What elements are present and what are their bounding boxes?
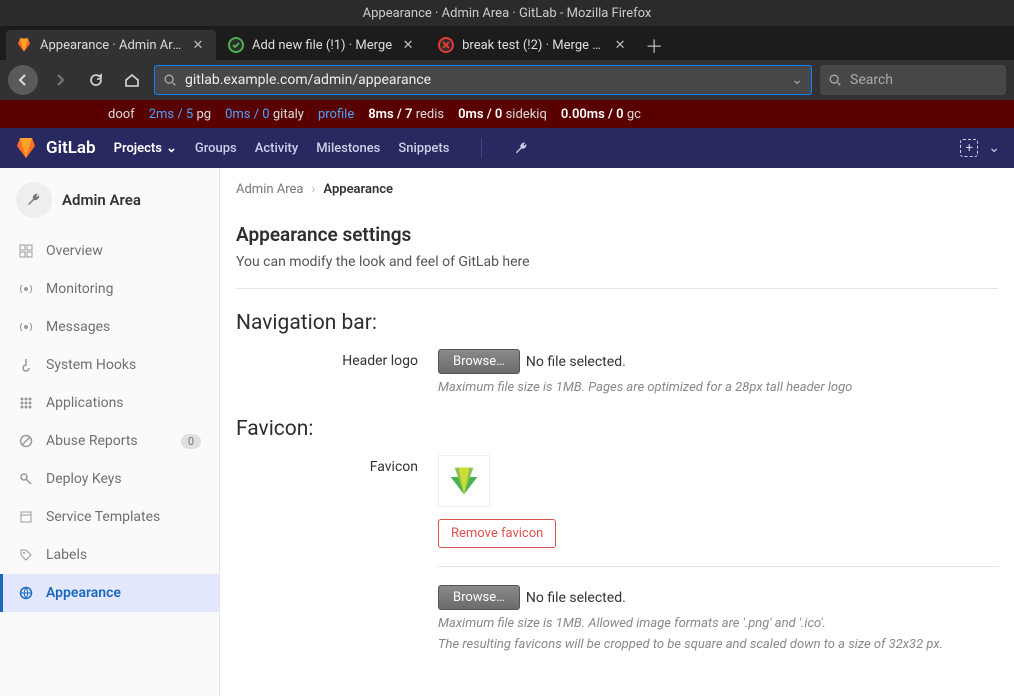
brand-text: GitLab bbox=[46, 138, 96, 158]
wrench-icon bbox=[16, 182, 52, 218]
chevron-down-icon: ⌄ bbox=[166, 141, 177, 156]
admin-sidebar: Admin Area Overview Monitoring Messages … bbox=[0, 168, 220, 696]
sidebar-header: Admin Area bbox=[0, 168, 219, 232]
sidebar-item-system-hooks[interactable]: System Hooks bbox=[0, 346, 219, 384]
hint-header-logo: Maximum file size is 1MB. Pages are opti… bbox=[438, 380, 998, 395]
status-fail-icon bbox=[438, 37, 454, 53]
perf-sidekiq: 0ms / 0 bbox=[458, 107, 502, 122]
sidebar-item-applications[interactable]: Applications bbox=[0, 384, 219, 422]
hint-favicon-2: The resulting favicons will be cropped t… bbox=[438, 637, 998, 652]
page-description: You can modify the look and feel of GitL… bbox=[236, 254, 998, 289]
broadcast-icon bbox=[18, 281, 34, 297]
back-button[interactable] bbox=[8, 65, 38, 95]
appearance-icon bbox=[18, 585, 34, 601]
grid-icon bbox=[18, 243, 34, 259]
file-status: No file selected. bbox=[526, 354, 626, 370]
perf-redis: 8ms / 7 bbox=[368, 107, 412, 122]
window-title: Appearance · Admin Area · GitLab - Mozil… bbox=[363, 6, 652, 21]
browser-tab[interactable]: Appearance · Admin Area ✕ bbox=[6, 30, 216, 60]
sidebar-title: Admin Area bbox=[62, 191, 141, 209]
perf-gitaly[interactable]: 0ms / 0 bbox=[225, 107, 270, 122]
browse-header-logo-button[interactable]: Browse… bbox=[438, 349, 520, 374]
breadcrumb: Admin Area › Appearance bbox=[236, 182, 998, 207]
breadcrumb-root[interactable]: Admin Area bbox=[236, 182, 304, 197]
tab-label: break test (!2) · Merge Re bbox=[462, 38, 604, 53]
abuse-count-badge: 0 bbox=[181, 434, 201, 449]
hook-icon bbox=[18, 357, 34, 373]
favicon-preview bbox=[438, 455, 490, 507]
sidebar-item-service-templates[interactable]: Service Templates bbox=[0, 498, 219, 536]
browser-tab[interactable]: Add new file (!1) · Merge ✕ bbox=[218, 30, 426, 60]
divider bbox=[438, 566, 998, 567]
label-header-logo: Header logo bbox=[236, 349, 438, 369]
section-navigation-bar: Navigation bar: bbox=[236, 311, 998, 335]
home-button[interactable] bbox=[118, 66, 146, 94]
perf-pg[interactable]: 2ms / 5 bbox=[149, 107, 194, 122]
nav-divider bbox=[481, 138, 482, 158]
chevron-right-icon: › bbox=[312, 182, 316, 197]
remove-favicon-button[interactable]: Remove favicon bbox=[438, 519, 556, 548]
nav-projects[interactable]: Projects ⌄ bbox=[114, 141, 177, 156]
file-status: No file selected. bbox=[526, 590, 626, 606]
broadcast-icon bbox=[18, 319, 34, 335]
breadcrumb-current: Appearance bbox=[323, 182, 393, 197]
perf-gc: 0.00ms / 0 bbox=[561, 107, 624, 122]
search-icon bbox=[163, 73, 177, 87]
label-favicon: Favicon bbox=[236, 455, 438, 475]
tab-label: Appearance · Admin Area bbox=[40, 38, 182, 53]
search-icon bbox=[828, 73, 842, 87]
sidebar-item-appearance[interactable]: Appearance bbox=[0, 574, 219, 612]
gitlab-logo[interactable]: GitLab bbox=[14, 136, 96, 160]
close-icon[interactable]: ✕ bbox=[612, 37, 628, 53]
window-titlebar: Appearance · Admin Area · GitLab - Mozil… bbox=[0, 0, 1014, 26]
hint-favicon-1: Maximum file size is 1MB. Allowed image … bbox=[438, 616, 998, 631]
wrench-icon[interactable] bbox=[514, 141, 529, 156]
browse-favicon-button[interactable]: Browse… bbox=[438, 585, 520, 610]
new-tab-button[interactable]: ＋ bbox=[640, 32, 668, 60]
nav-groups[interactable]: Groups bbox=[195, 141, 237, 156]
block-icon bbox=[18, 433, 34, 449]
sidebar-item-abuse-reports[interactable]: Abuse Reports 0 bbox=[0, 422, 219, 460]
search-placeholder: Search bbox=[850, 72, 893, 88]
close-icon[interactable]: ✕ bbox=[190, 37, 206, 53]
chevron-down-icon[interactable]: ⌄ bbox=[791, 72, 803, 88]
chevron-down-icon[interactable]: ⌄ bbox=[988, 140, 1000, 156]
sidebar-item-monitoring[interactable]: Monitoring bbox=[0, 270, 219, 308]
gitlab-favicon-icon bbox=[448, 465, 480, 497]
perf-profile[interactable]: profile bbox=[318, 107, 354, 122]
url-bar[interactable]: gitlab.example.com/admin/appearance ⌄ bbox=[154, 65, 812, 95]
tab-strip: Appearance · Admin Area ✕ Add new file (… bbox=[0, 26, 1014, 60]
browser-navbar: gitlab.example.com/admin/appearance ⌄ Se… bbox=[0, 60, 1014, 100]
search-bar[interactable]: Search bbox=[820, 65, 1006, 95]
page-title: Appearance settings bbox=[236, 223, 998, 246]
key-icon bbox=[18, 471, 34, 487]
sidebar-item-labels[interactable]: Labels bbox=[0, 536, 219, 574]
sidebar-item-overview[interactable]: Overview bbox=[0, 232, 219, 270]
nav-activity[interactable]: Activity bbox=[255, 141, 299, 156]
new-project-button[interactable]: + bbox=[960, 139, 978, 157]
reload-button[interactable] bbox=[82, 66, 110, 94]
tab-label: Add new file (!1) · Merge bbox=[252, 38, 392, 53]
section-favicon: Favicon: bbox=[236, 417, 998, 441]
status-ok-icon bbox=[228, 37, 244, 53]
sidebar-item-deploy-keys[interactable]: Deploy Keys bbox=[0, 460, 219, 498]
browser-tab[interactable]: break test (!2) · Merge Re ✕ bbox=[428, 30, 638, 60]
sidebar-item-messages[interactable]: Messages bbox=[0, 308, 219, 346]
tag-icon bbox=[18, 547, 34, 563]
template-icon bbox=[18, 509, 34, 525]
gitlab-favicon-icon bbox=[16, 37, 32, 53]
url-text: gitlab.example.com/admin/appearance bbox=[185, 72, 431, 88]
nav-snippets[interactable]: Snippets bbox=[398, 141, 449, 156]
perf-user: doof bbox=[108, 107, 135, 122]
nav-milestones[interactable]: Milestones bbox=[316, 141, 380, 156]
gitlab-navbar: GitLab Projects ⌄ Groups Activity Milest… bbox=[0, 128, 1014, 168]
forward-button[interactable] bbox=[46, 66, 74, 94]
apps-icon bbox=[18, 395, 34, 411]
close-icon[interactable]: ✕ bbox=[400, 37, 416, 53]
gitlab-logo-icon bbox=[14, 136, 38, 160]
performance-bar: doof 2ms / 5 pg 0ms / 0 gitaly profile 8… bbox=[0, 100, 1014, 128]
main-content: Admin Area › Appearance Appearance setti… bbox=[220, 168, 1014, 696]
